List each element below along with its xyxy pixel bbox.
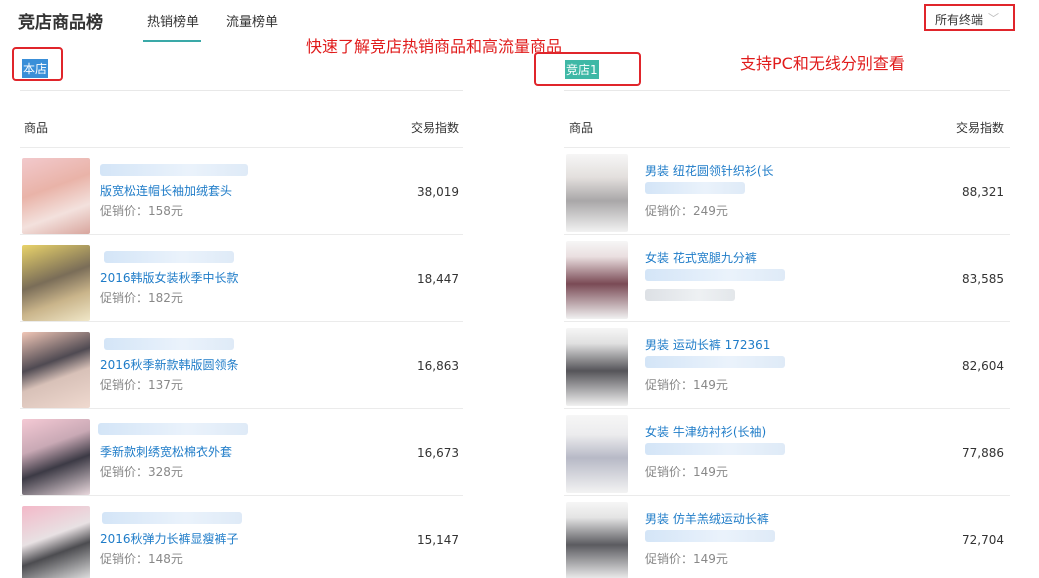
table-row[interactable]: 版宽松连帽长袖加绒套头 促销价：158元 38,019	[20, 147, 463, 234]
product-title-link[interactable]: 季新款刺绣宽松棉衣外套	[100, 443, 232, 460]
blurred-text	[102, 512, 242, 524]
blurred-text	[645, 443, 785, 455]
promo-price-label: 促销价：	[645, 378, 694, 392]
promo-price-label: 促销价：	[645, 204, 694, 218]
promo-price-value: 149元	[693, 378, 728, 392]
promo-price-label: 促销价：	[645, 552, 694, 566]
blurred-text	[104, 338, 234, 350]
promo-price: 促销价：148元	[100, 550, 183, 567]
trade-index: 15,147	[417, 533, 459, 547]
promo-price: 促销价：137元	[100, 376, 183, 393]
blurred-price	[645, 289, 735, 301]
column-header-product: 商品	[569, 121, 594, 135]
product-title-link[interactable]: 2016韩版女装秋季中长款	[100, 269, 239, 286]
promo-price: 促销价：158元	[100, 202, 183, 219]
product-thumbnail[interactable]	[22, 419, 90, 495]
trade-index: 18,447	[417, 272, 459, 286]
product-thumbnail[interactable]	[566, 154, 628, 232]
product-title-link[interactable]: 男装 运动长裤 172361	[645, 336, 770, 353]
blurred-text	[645, 182, 745, 194]
trade-index: 16,863	[417, 359, 459, 373]
promo-price-value: 149元	[693, 465, 728, 479]
promo-price-label: 促销价：	[645, 465, 694, 479]
blurred-text	[645, 356, 785, 368]
product-title-link[interactable]: 女装 花式宽腿九分裤	[645, 249, 757, 266]
column-header-index: 交易指数	[411, 121, 460, 135]
page-title: 竞店商品榜	[18, 13, 103, 33]
annotation-left: 快速了解竞店热销商品和高流量商品	[306, 37, 563, 56]
chevron-down-icon: ﹀	[988, 12, 999, 25]
product-title-link[interactable]: 男装 纽花圆领针织衫(长	[645, 162, 774, 179]
promo-price-value: 137元	[148, 378, 183, 392]
table-row[interactable]: 男装 运动长裤 172361 促销价：149元 82,604	[564, 321, 1010, 408]
column-header-product: 商品	[24, 121, 49, 135]
terminal-select[interactable]: 所有终端 ﹀	[924, 4, 1015, 31]
table-row[interactable]: 女装 牛津纺衬衫(长袖) 促销价：149元 77,886	[564, 408, 1010, 495]
product-thumbnail[interactable]	[566, 502, 628, 578]
product-title-link[interactable]: 男装 仿羊羔绒运动长裤	[645, 510, 769, 527]
product-title-link[interactable]: 2016秋弹力长裤显瘦裤子	[100, 530, 239, 547]
divider	[20, 90, 463, 91]
tab-traffic[interactable]: 流量榜单	[226, 11, 278, 30]
product-thumbnail[interactable]	[566, 328, 628, 406]
promo-price-value: 149元	[693, 552, 728, 566]
table-row[interactable]: 男装 仿羊羔绒运动长裤 促销价：149元 72,704	[564, 495, 1010, 578]
table-row[interactable]: 2016韩版女装秋季中长款 促销价：182元 18,447	[20, 234, 463, 321]
table-row[interactable]: 2016秋季新款韩版圆领条 促销价：137元 16,863	[20, 321, 463, 408]
promo-price-value: 148元	[148, 552, 183, 566]
promo-price-value: 182元	[148, 291, 183, 305]
promo-price-label: 促销价：	[100, 291, 149, 305]
trade-index: 77,886	[962, 446, 1004, 460]
product-title-link[interactable]: 版宽松连帽长袖加绒套头	[100, 182, 232, 199]
promo-price-value: 158元	[148, 204, 183, 218]
promo-price: 促销价：182元	[100, 289, 183, 306]
column-header-index: 交易指数	[956, 121, 1005, 135]
annotation-right: 支持PC和无线分别查看	[740, 54, 905, 73]
promo-price-label: 促销价：	[100, 204, 149, 218]
product-title-link[interactable]: 女装 牛津纺衬衫(长袖)	[645, 423, 766, 440]
promo-price: 促销价：149元	[645, 550, 728, 567]
terminal-select-value: 所有终端	[935, 13, 984, 27]
table-row[interactable]: 男装 纽花圆领针织衫(长 促销价：249元 88,321	[564, 147, 1010, 234]
table-row[interactable]: 女装 花式宽腿九分裤 83,585	[564, 234, 1010, 321]
trade-index: 83,585	[962, 272, 1004, 286]
blurred-text	[100, 164, 248, 176]
table-row[interactable]: 季新款刺绣宽松棉衣外套 促销价：328元 16,673	[20, 408, 463, 495]
divider	[564, 90, 1010, 91]
promo-price: 促销价：149元	[645, 376, 728, 393]
blurred-text	[645, 530, 775, 542]
tab-hot-sales[interactable]: 热销榜单	[147, 11, 199, 30]
table-row[interactable]: 2016秋弹力长裤显瘦裤子 促销价：148元 15,147	[20, 495, 463, 578]
blurred-text	[98, 423, 248, 435]
promo-price: 促销价：149元	[645, 463, 728, 480]
product-title-link[interactable]: 2016秋季新款韩版圆领条	[100, 356, 239, 373]
blurred-text	[104, 251, 234, 263]
trade-index: 72,704	[962, 533, 1004, 547]
product-thumbnail[interactable]	[22, 332, 90, 408]
product-thumbnail[interactable]	[566, 241, 628, 319]
product-thumbnail[interactable]	[22, 245, 90, 321]
trade-index: 16,673	[417, 446, 459, 460]
promo-price-value: 328元	[148, 465, 183, 479]
trade-index: 88,321	[962, 185, 1004, 199]
promo-price-label: 促销价：	[100, 378, 149, 392]
product-thumbnail[interactable]	[566, 415, 628, 493]
product-thumbnail[interactable]	[22, 158, 90, 234]
own-shop-selector[interactable]: 本店	[22, 59, 49, 78]
competitor-shop-selector[interactable]: 竞店1	[565, 60, 599, 79]
promo-price: 促销价：249元	[645, 202, 728, 219]
blurred-text	[645, 269, 785, 281]
promo-price-value: 249元	[693, 204, 728, 218]
product-thumbnail[interactable]	[22, 506, 90, 578]
trade-index: 38,019	[417, 185, 459, 199]
active-tab-indicator	[143, 40, 201, 42]
trade-index: 82,604	[962, 359, 1004, 373]
promo-price: 促销价：328元	[100, 463, 183, 480]
promo-price-label: 促销价：	[100, 465, 149, 479]
promo-price-label: 促销价：	[100, 552, 149, 566]
